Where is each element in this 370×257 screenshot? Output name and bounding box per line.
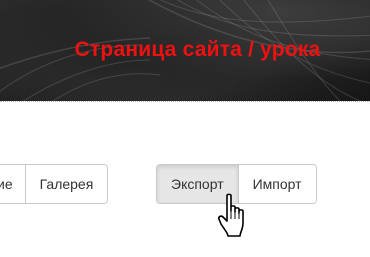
page-title: Страница сайта / урока xyxy=(74,38,321,61)
tab-description[interactable]: ие xyxy=(0,165,25,203)
view-button-group: ие Галерея xyxy=(0,164,109,204)
divider xyxy=(0,101,370,102)
hand-pointer-icon xyxy=(218,193,244,237)
page-header-banner: Страница сайта / урока xyxy=(0,0,370,101)
page: Страница сайта / урока ие Галерея Экспор… xyxy=(0,0,370,257)
tab-gallery[interactable]: Галерея xyxy=(24,165,108,203)
